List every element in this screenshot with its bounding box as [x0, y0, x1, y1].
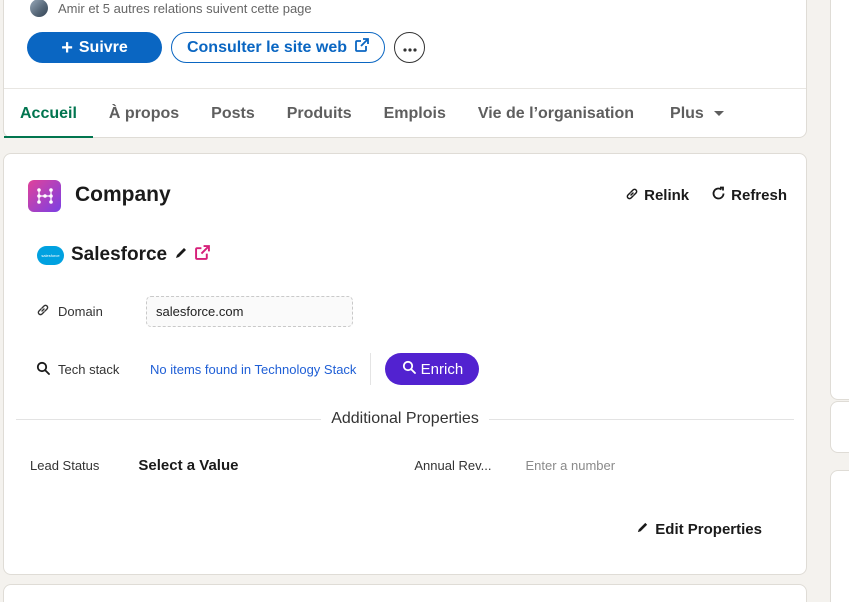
visit-website-label: Consulter le site web: [186, 38, 348, 56]
relations-text: Amir et 5 autres relations suivent cette…: [58, 0, 312, 16]
search-icon: [402, 360, 416, 378]
header-actions: + Suivre Consulter le site web: [27, 32, 425, 63]
tech-stack-label: Tech stack: [36, 361, 146, 378]
tech-stack-empty: No items found in Technology Stack: [150, 361, 357, 377]
follower-relations: Amir et 5 autres relations suivent cette…: [28, 0, 312, 19]
tab-label: Produits: [286, 104, 352, 122]
tab-label: À propos: [108, 104, 180, 122]
pencil-icon: [636, 521, 649, 538]
visit-website-button[interactable]: Consulter le site web: [171, 32, 385, 63]
relink-button[interactable]: Relink: [625, 186, 689, 205]
relink-label: Relink: [644, 187, 690, 204]
panel-title: Company: [75, 183, 171, 206]
link-icon: [625, 187, 639, 205]
divider: [370, 353, 372, 385]
sidebar-card: [830, 470, 849, 602]
domain-label: Domain: [36, 303, 146, 320]
app-logo-icon: [28, 180, 61, 212]
tech-stack-label-text: Tech stack: [58, 361, 120, 377]
logo-text: salesforce: [41, 252, 60, 258]
panel-actions: Relink Refresh: [625, 186, 787, 205]
enrich-button[interactable]: Enrich: [385, 353, 480, 385]
follow-button-label: Suivre: [78, 38, 128, 56]
divider: [488, 418, 795, 420]
company-name-row: salesforce Salesforce: [37, 244, 211, 266]
next-card: [3, 584, 807, 602]
divider: [16, 418, 322, 420]
domain-label-text: Domain: [58, 304, 103, 319]
follow-button[interactable]: + Suivre: [27, 32, 162, 63]
tab-produits[interactable]: Produits: [271, 89, 368, 138]
domain-field[interactable]: salesforce.com: [146, 296, 353, 327]
tab-label: Vie de l’organisation: [477, 104, 635, 122]
refresh-label: Refresh: [731, 187, 787, 204]
tab-label: Posts: [211, 104, 255, 122]
additional-properties-divider: Additional Properties: [16, 410, 795, 428]
lead-status-select[interactable]: Select a Value: [138, 457, 414, 474]
enrich-label: Enrich: [420, 360, 464, 378]
caret-down-icon: [713, 111, 724, 116]
tab-label: Accueil: [20, 104, 77, 122]
plus-icon: +: [61, 36, 73, 59]
domain-row: Domain salesforce.com: [36, 296, 353, 327]
more-options-button[interactable]: [394, 32, 425, 63]
refresh-button[interactable]: Refresh: [711, 186, 787, 205]
sidebar-card: [830, 0, 849, 400]
properties-row: Lead Status Select a Value Annual Rev...…: [30, 457, 615, 474]
company-name: Salesforce: [71, 244, 168, 265]
refresh-icon: [711, 186, 726, 205]
link-icon: [36, 303, 50, 320]
ellipsis-icon: [402, 39, 417, 57]
sidebar-card: [830, 401, 849, 453]
edit-name-icon[interactable]: [174, 246, 188, 265]
annual-revenue-input[interactable]: Enter a number: [525, 458, 615, 473]
tab-plus[interactable]: Plus: [654, 89, 740, 138]
page-tabs: Accueil À propos Posts Produits Emplois …: [4, 89, 740, 138]
external-link-icon[interactable]: [195, 245, 211, 265]
company-panel: Company Relink Refresh salesforce Salesf…: [3, 153, 807, 575]
tab-posts[interactable]: Posts: [195, 89, 271, 138]
edit-properties-label: Edit Properties: [655, 521, 762, 538]
tech-stack-row: Tech stack No items found in Technology …: [36, 353, 480, 385]
additional-properties-title: Additional Properties: [331, 410, 479, 427]
annual-revenue-label: Annual Rev...: [414, 458, 492, 473]
search-icon: [36, 361, 50, 378]
tab-label: Emplois: [383, 104, 446, 122]
tab-emplois[interactable]: Emplois: [368, 89, 462, 138]
lead-status-label: Lead Status: [30, 458, 100, 473]
edit-properties-button[interactable]: Edit Properties: [636, 521, 762, 538]
tab-accueil[interactable]: Accueil: [4, 89, 93, 138]
salesforce-logo-icon: salesforce: [37, 245, 64, 265]
tab-label: Plus: [670, 104, 704, 122]
tab-vie-organisation[interactable]: Vie de l’organisation: [462, 89, 650, 138]
avatar: [28, 0, 50, 19]
company-page-header-card: Amir et 5 autres relations suivent cette…: [3, 0, 807, 138]
tab-a-propos[interactable]: À propos: [93, 89, 195, 138]
external-link-icon: [355, 38, 369, 57]
